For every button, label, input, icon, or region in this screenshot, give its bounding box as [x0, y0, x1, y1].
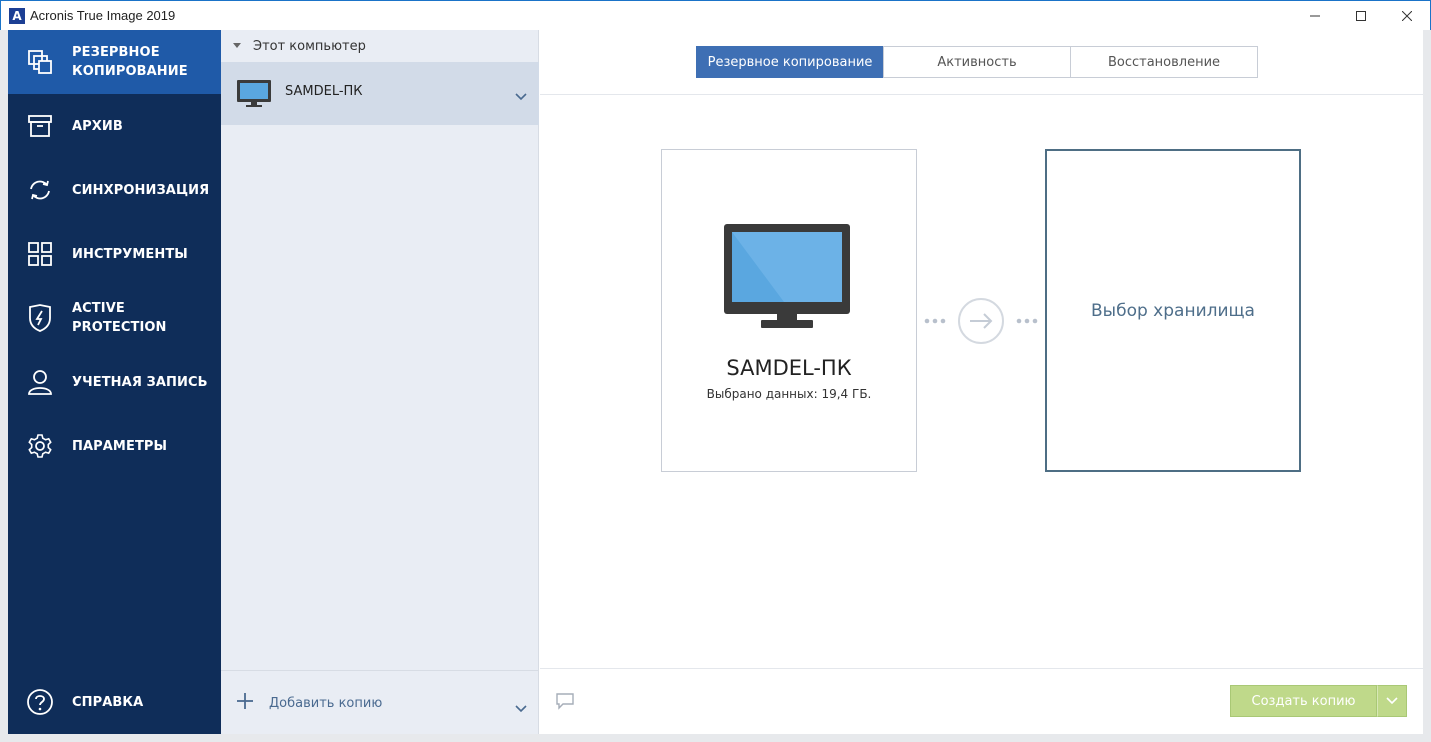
select-destination-box[interactable]: Выбор хранилища	[1045, 149, 1301, 472]
backup-list-panel: Этот компьютер SAMDEL-ПК Добавить копию	[221, 30, 539, 734]
tab-recovery[interactable]: Восстановление	[1070, 46, 1258, 78]
shield-icon	[26, 304, 54, 332]
sidebar-item-label: УЧЕТНАЯ ЗАПИСЬ	[72, 374, 208, 390]
connector-arrow	[923, 297, 1039, 349]
backup-list-item-label: SAMDEL-ПК	[285, 84, 363, 99]
title-bar[interactable]: A Acronis True Image 2019	[0, 0, 1431, 30]
sidebar-item-label: ИНСТРУМЕНТЫ	[72, 246, 188, 262]
app-window: A Acronis True Image 2019 РЕЗЕРВНОЕ КОПИР…	[0, 0, 1431, 742]
sidebar-item-tools[interactable]: ИНСТРУМЕНТЫ	[8, 222, 221, 286]
sidebar-item-backup[interactable]: РЕЗЕРВНОЕ КОПИРОВАНИЕ	[8, 30, 221, 94]
list-footer: Добавить копию	[221, 670, 539, 734]
sidebar-item-label: ACTIVE PROTECTION	[72, 301, 167, 335]
chevron-down-icon[interactable]	[515, 698, 527, 717]
monitor-icon	[724, 224, 850, 334]
source-size: Выбрано данных: 19,4 ГБ.	[706, 387, 872, 401]
sidebar-item-account[interactable]: УЧЕТНАЯ ЗАПИСЬ	[8, 350, 221, 414]
sidebar-item-settings[interactable]: ПАРАМЕТРЫ	[8, 414, 221, 478]
sidebar: РЕЗЕРВНОЕ КОПИРОВАНИЕ АРХИВ СИНХРОНИЗАЦИЯ…	[8, 30, 221, 734]
close-icon	[1402, 11, 1412, 21]
group-header-this-computer[interactable]: Этот компьютер	[221, 30, 539, 62]
divider	[540, 94, 1423, 95]
backup-source-box[interactable]: SAMDEL-ПК Выбрано данных: 19,4 ГБ.	[661, 149, 917, 472]
sidebar-item-label: СПРАВКА	[72, 694, 144, 710]
sidebar-item-archive[interactable]: АРХИВ	[8, 94, 221, 158]
tab-activity[interactable]: Активность	[883, 46, 1071, 78]
divider	[540, 668, 1423, 669]
chevron-down-icon[interactable]	[515, 86, 527, 105]
sidebar-item-label: АРХИВ	[72, 118, 123, 134]
comment-icon[interactable]	[555, 692, 575, 714]
close-button[interactable]	[1384, 1, 1430, 31]
computer-icon	[237, 80, 271, 112]
tools-grid-icon	[26, 240, 54, 268]
window-controls	[1292, 1, 1430, 31]
gear-icon	[26, 432, 54, 460]
sidebar-item-help[interactable]: СПРАВКА	[8, 670, 221, 734]
group-label: Этот компьютер	[253, 38, 366, 54]
sidebar-item-sync[interactable]: СИНХРОНИЗАЦИЯ	[8, 158, 221, 222]
user-icon	[26, 368, 54, 396]
backup-icon	[26, 48, 54, 76]
chevron-down-icon	[1386, 697, 1398, 705]
tab-backup[interactable]: Резервное копирование	[696, 46, 884, 78]
maximize-icon	[1356, 11, 1366, 21]
sync-icon	[26, 176, 54, 204]
archive-icon	[26, 112, 54, 140]
create-backup-button[interactable]: Создать копию	[1230, 685, 1377, 717]
sidebar-item-active-protection[interactable]: ACTIVE PROTECTION	[8, 286, 221, 350]
window-title: Acronis True Image 2019	[30, 8, 176, 23]
app-logo-icon: A	[9, 7, 25, 24]
create-backup-dropdown-button[interactable]	[1377, 685, 1407, 717]
minimize-button[interactable]	[1292, 1, 1338, 31]
plus-icon[interactable]	[235, 691, 255, 715]
main-content: Резервное копирование Активность Восстан…	[540, 30, 1423, 734]
help-icon	[26, 688, 54, 716]
backup-list-item[interactable]: SAMDEL-ПК	[221, 62, 539, 125]
add-backup-button[interactable]: Добавить копию	[269, 696, 382, 711]
minimize-icon	[1310, 15, 1320, 17]
sidebar-item-label: СИНХРОНИЗАЦИЯ	[72, 182, 210, 198]
destination-label: Выбор хранилища	[1091, 300, 1255, 321]
maximize-button[interactable]	[1338, 1, 1384, 31]
sidebar-item-label: РЕЗЕРВНОЕ КОПИРОВАНИЕ	[72, 45, 188, 79]
sidebar-item-label: ПАРАМЕТРЫ	[72, 438, 168, 454]
caret-down-icon	[233, 43, 241, 48]
source-name: SAMDEL-ПК	[726, 356, 852, 380]
tab-bar: Резервное копирование Активность Восстан…	[696, 46, 1258, 78]
